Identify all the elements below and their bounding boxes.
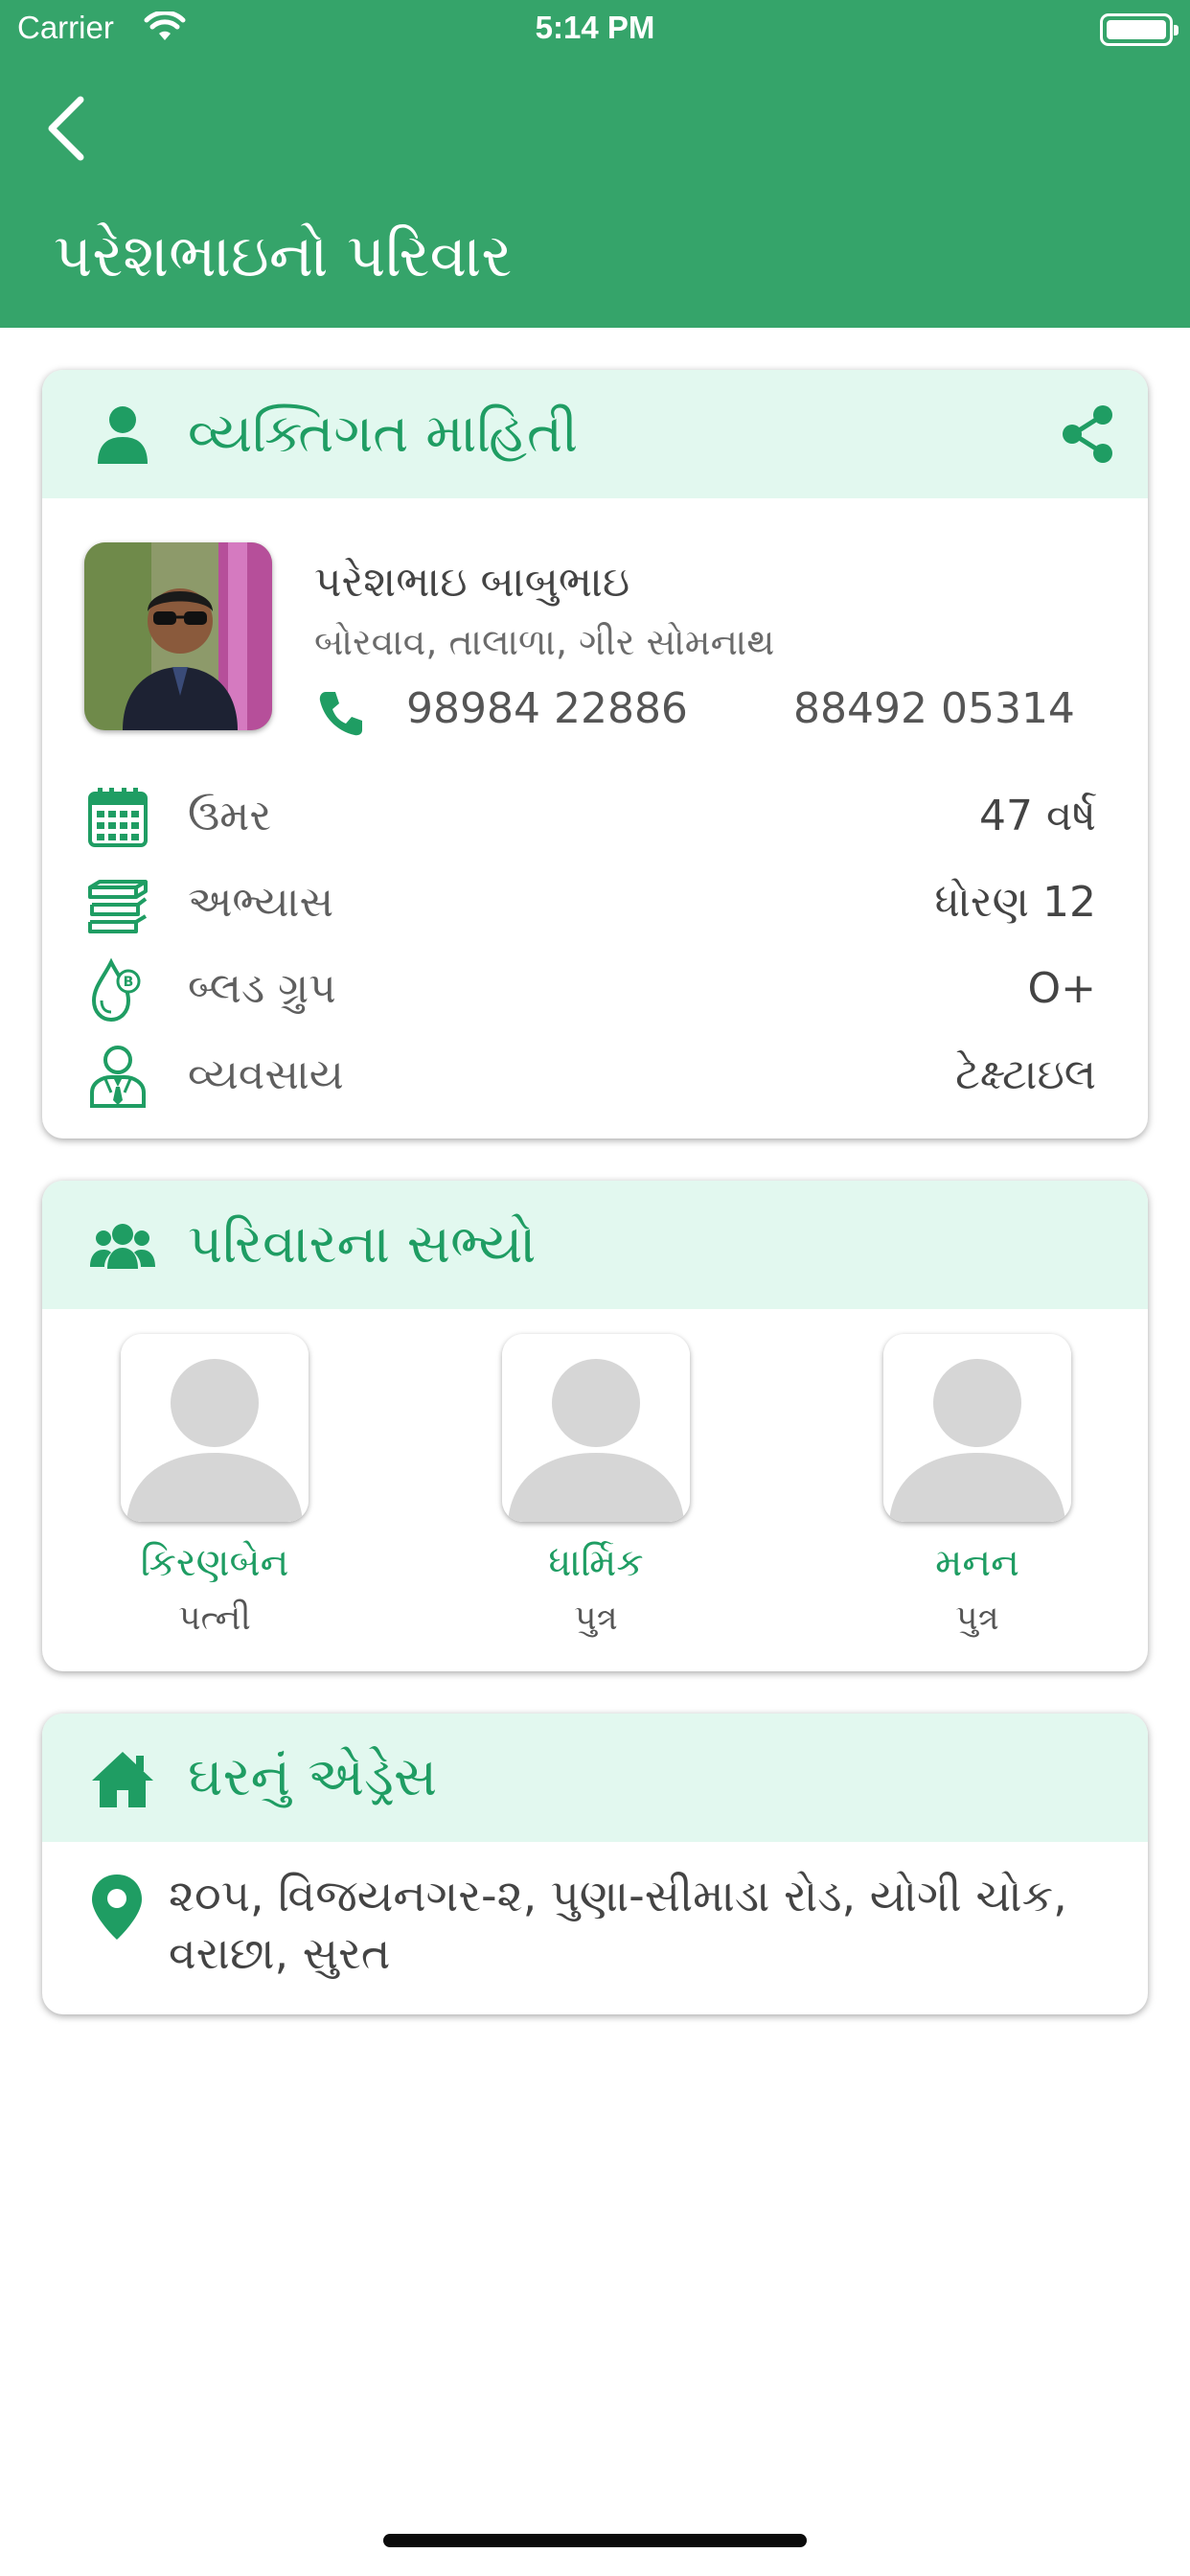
home-address-card: ઘરનું એડ્રેસ ૨૦૫, વિજયનગર-૨, પુણા-સીમાડા…: [42, 1714, 1148, 2014]
blood-group-label: બ્લડ ગ્રુપ: [188, 964, 336, 1013]
education-label: અભ્યાસ: [188, 878, 334, 927]
chevron-left-icon: [48, 96, 84, 161]
phone-icon: [319, 692, 362, 736]
family-members-header: પરિવારના સભ્યો: [42, 1181, 1148, 1309]
home-indicator[interactable]: [383, 2534, 807, 2547]
age-label: ઉમર: [188, 792, 272, 840]
info-row-occupation: વ્યવસાય ટેક્ષ્ટાઇલ: [42, 1039, 1148, 1116]
avatar-placeholder-icon: [502, 1334, 690, 1522]
member-name: ધાર્મિક: [548, 1541, 644, 1585]
member-avatar: [883, 1334, 1071, 1522]
info-row-education: અભ્યાસ ધોરણ 12: [42, 866, 1148, 943]
person-icon: [98, 406, 148, 464]
books-icon: [88, 880, 148, 933]
address-text: ૨૦૫, વિજયનગર-૨, પુણા-સીમાડા રોડ, યોગી ચો…: [169, 1870, 1067, 1979]
blood-group-value: O+: [1027, 964, 1097, 1013]
personal-info-header: વ્યક્તિગત માહિતી: [42, 370, 1148, 498]
svg-text:B: B: [124, 975, 134, 990]
app-header: Carrier 5:14 PM પરેશભાઇનો પરિવાર: [0, 0, 1190, 328]
member-full-name: પરેશભાઇ બાબુભાઇ: [314, 558, 630, 607]
info-row-age: ઉમર 47 વર્ષ: [42, 780, 1148, 857]
personal-info-title: વ્યક્તિગત માહિતી: [188, 402, 579, 465]
member-relation: પુત્ર: [574, 1598, 618, 1638]
profile-photo[interactable]: [84, 542, 272, 730]
family-member-3[interactable]: મનન પુત્ર: [853, 1334, 1102, 1639]
member-relation: પુત્ર: [955, 1598, 999, 1638]
home-address-header: ઘરનું એડ્રેસ: [42, 1714, 1148, 1842]
location-pin-icon: [92, 1874, 142, 1940]
share-icon[interactable]: [1056, 402, 1119, 466]
page-title: પરેશભાઇનો પરિવાર: [54, 220, 513, 290]
battery-icon: [1100, 13, 1179, 46]
member-name: મનન: [935, 1541, 1019, 1585]
family-members-card: પરિવારના સભ્યો કિરણબેન પત્ની ધાર્મિક પુત…: [42, 1181, 1148, 1671]
occupation-label: વ્યવસાય: [188, 1050, 344, 1099]
status-time: 5:14 PM: [535, 10, 655, 45]
status-bar: Carrier 5:14 PM: [0, 0, 1190, 59]
family-member-1[interactable]: કિરણબેન પત્ની: [90, 1334, 339, 1639]
member-location: બોરવાવ, તાલાળા, ગીર સોમનાથ: [314, 621, 775, 663]
info-row-blood-group: B બ્લડ ગ્રુપ O+: [42, 953, 1148, 1029]
member-name: કિરણબેન: [140, 1541, 289, 1585]
member-avatar: [502, 1334, 690, 1522]
occupation-value: ટેક્ષ્ટાઇલ: [955, 1050, 1096, 1099]
person-tie-icon: [90, 1046, 146, 1108]
phone-number-2[interactable]: 88492 05314: [793, 684, 1075, 733]
calendar-icon: [88, 788, 148, 847]
home-address-title: ઘરનું એડ્રેસ: [188, 1746, 438, 1808]
phone-number-1[interactable]: 98984 22886: [406, 684, 688, 733]
family-member-2[interactable]: ધાર્મિક પુત્ર: [471, 1334, 721, 1639]
avatar-placeholder-icon: [883, 1334, 1071, 1522]
avatar-placeholder-icon: [121, 1334, 309, 1522]
member-relation: પત્ની: [178, 1598, 251, 1638]
back-button[interactable]: [38, 88, 115, 169]
education-value: ધોરણ 12: [934, 878, 1097, 927]
blood-drop-icon: B: [91, 957, 141, 1023]
age-value: 47 વર્ષ: [979, 792, 1096, 840]
family-members-title: પરિવારના સભ્યો: [188, 1213, 537, 1276]
member-avatar: [121, 1334, 309, 1522]
group-icon: [90, 1224, 155, 1269]
profile-photo-image: [84, 542, 272, 730]
personal-info-card: વ્યક્તિગત માહિતી પરેશભાઇ બાબુભાઇ બોરવાવ,…: [42, 370, 1148, 1138]
home-icon: [92, 1752, 153, 1807]
